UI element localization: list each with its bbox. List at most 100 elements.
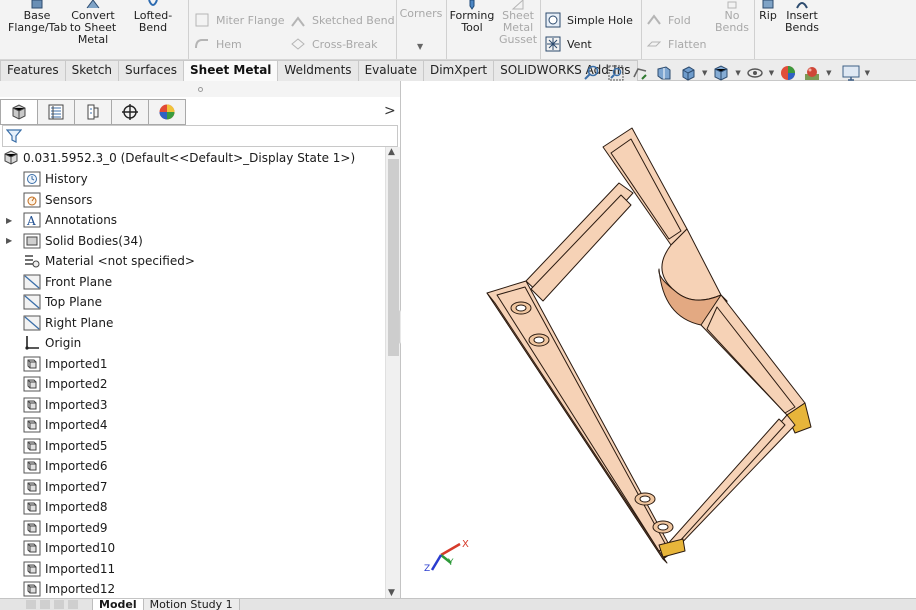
sheet-metal-rail-left-face[interactable] (496, 286, 668, 552)
no-bends-button[interactable]: No Bends (712, 0, 752, 34)
hem-button[interactable]: Hem (194, 36, 242, 52)
imported-body-icon (23, 581, 41, 597)
zoom-to-area-icon[interactable] (607, 64, 625, 82)
part-model-3d[interactable]: X Y Z (401, 81, 916, 598)
miter-flange-button[interactable]: Miter Flange (194, 12, 285, 28)
apply-scene-icon[interactable] (803, 64, 821, 82)
view-settings-dropdown-icon[interactable]: ▼ (865, 69, 870, 77)
tree-item-top-plane[interactable]: Top Plane (0, 292, 386, 313)
graphics-viewport[interactable]: X Y Z (401, 81, 916, 598)
tree-item-imported12[interactable]: Imported12 (0, 579, 386, 598)
tree-item-imported5[interactable]: Imported5 (0, 436, 386, 457)
display-manager-tab[interactable] (148, 99, 186, 125)
configuration-manager-tab[interactable] (74, 99, 112, 125)
tab-features[interactable]: Features (0, 60, 66, 81)
tree-item-imported1[interactable]: Imported1 (0, 354, 386, 375)
rip-label: Rip (759, 9, 777, 22)
dynamic-annotation-views-icon[interactable] (679, 64, 697, 82)
tree-item-imported10[interactable]: Imported10 (0, 538, 386, 559)
triad-z-label: Z (424, 564, 430, 574)
tree-item-right-plane[interactable]: Right Plane (0, 313, 386, 334)
zoom-to-fit-icon[interactable] (583, 64, 601, 82)
tree-item-imported2[interactable]: Imported2 (0, 374, 386, 395)
sheet-metal-arm-lower-face[interactable] (664, 418, 786, 554)
corners-dropdown-icon[interactable]: ▼ (417, 42, 423, 51)
prev-tab-nav-icon[interactable] (40, 600, 50, 609)
edit-appearance-icon[interactable] (779, 64, 797, 82)
tab-weldments[interactable]: Weldments (277, 60, 359, 81)
sheet-metal-rail-left-side[interactable] (486, 292, 668, 564)
imported-body-icon (23, 438, 41, 454)
tree-root-part[interactable]: 0.031.5952.3_0 (Default<<Default>_Displa… (2, 149, 355, 167)
tree-item-front-plane[interactable]: Front Plane (0, 272, 386, 293)
fold-button[interactable]: Fold (646, 12, 691, 28)
tree-item-label: Imported8 (45, 500, 108, 515)
view-orientation-dropdown-icon[interactable]: ▼ (702, 69, 707, 77)
insert-bends-button[interactable]: Insert Bends (782, 0, 822, 34)
tree-item-annotations[interactable]: ▶ A Annotations (0, 210, 386, 231)
tab-model[interactable]: Model (92, 599, 144, 610)
expand-arrow-icon[interactable]: ▶ (0, 236, 16, 245)
property-manager-tab[interactable] (37, 99, 75, 125)
tree-item-history[interactable]: History (0, 169, 386, 190)
cross-break-label: Cross-Break (312, 37, 378, 51)
convert-to-sheet-metal-button[interactable]: Convert to Sheet Metal (68, 0, 118, 46)
tab-surfaces[interactable]: Surfaces (118, 60, 185, 81)
next-tab-nav-icon[interactable] (54, 600, 64, 609)
sheet-metal-rail-right-face[interactable] (706, 306, 796, 414)
tab-motion-study-1[interactable]: Motion Study 1 (142, 599, 240, 610)
base-flange-button[interactable]: Base Flange/Tab (8, 0, 67, 34)
tree-item-imported3[interactable]: Imported3 (0, 395, 386, 416)
expand-arrow-icon[interactable]: ▶ (0, 216, 16, 225)
tree-item-origin[interactable]: Origin (0, 333, 386, 354)
flatten-button[interactable]: Flatten (646, 36, 707, 52)
tree-item-imported4[interactable]: Imported4 (0, 415, 386, 436)
panel-grip[interactable] (0, 81, 400, 97)
display-style-dropdown-icon[interactable]: ▼ (735, 69, 740, 77)
tab-evaluate[interactable]: Evaluate (357, 60, 424, 81)
hide-show-dropdown-icon[interactable]: ▼ (769, 69, 774, 77)
first-tab-nav-icon[interactable] (26, 600, 36, 609)
dimxpert-manager-tab[interactable] (111, 99, 149, 125)
lofted-bend-button[interactable]: Lofted-Bend (120, 0, 186, 34)
section-view-icon[interactable] (655, 64, 673, 82)
tree-item-label: Sensors (45, 192, 93, 207)
sheet-metal-gusset-button[interactable]: Sheet Metal Gusset (497, 0, 539, 46)
feature-manager-tab[interactable] (0, 99, 38, 125)
imported-body-icon (23, 356, 41, 372)
forming-tool-button[interactable]: Forming Tool (449, 0, 495, 34)
chevron-right-icon[interactable]: > (384, 103, 396, 119)
tree-item-solid-bodies-34[interactable]: ▶ Solid Bodies(34) (0, 231, 386, 252)
cross-break-button[interactable]: Cross-Break (290, 36, 377, 52)
corners-button[interactable]: Corners (398, 8, 444, 20)
tree-item-imported8[interactable]: Imported8 (0, 497, 386, 518)
scrollbar-thumb[interactable] (388, 159, 399, 356)
hide-show-items-icon[interactable] (746, 64, 764, 82)
last-tab-nav-icon[interactable] (68, 600, 78, 609)
scene-dropdown-icon[interactable]: ▼ (826, 69, 831, 77)
tab-sheet-metal[interactable]: Sheet Metal (183, 60, 279, 81)
tab-sketch[interactable]: Sketch (64, 60, 120, 81)
simple-hole-button[interactable]: Simple Hole (545, 12, 633, 28)
tab-dimxpert[interactable]: DimXpert (422, 60, 495, 81)
scroll-up-icon[interactable]: ▲ (388, 147, 395, 157)
vent-button[interactable]: Vent (545, 36, 592, 52)
sketched-bend-button[interactable]: Sketched Bend (290, 12, 395, 28)
fold-icon (647, 14, 661, 25)
ribbon-separator (188, 0, 189, 59)
sheet-metal-arm-upper-face[interactable] (530, 194, 632, 302)
tree-item-sensors[interactable]: Sensors (0, 190, 386, 211)
tree-scrollbar[interactable]: ▲ ▼ (385, 147, 400, 598)
tree-item-imported6[interactable]: Imported6 (0, 456, 386, 477)
tree-item-imported9[interactable]: Imported9 (0, 518, 386, 539)
tree-item-imported11[interactable]: Imported11 (0, 559, 386, 580)
tree-item-material-not-specified[interactable]: Material <not specified> (0, 251, 386, 272)
view-settings-icon[interactable] (842, 64, 860, 82)
tree-filter-field[interactable] (2, 125, 398, 147)
tree-item-imported7[interactable]: Imported7 (0, 477, 386, 498)
ribbon-separator (540, 0, 541, 59)
scroll-down-icon[interactable]: ▼ (388, 588, 395, 598)
view-orientation-icon[interactable] (712, 64, 730, 82)
previous-view-icon[interactable] (631, 64, 649, 82)
rip-button[interactable]: Rip (756, 0, 780, 22)
